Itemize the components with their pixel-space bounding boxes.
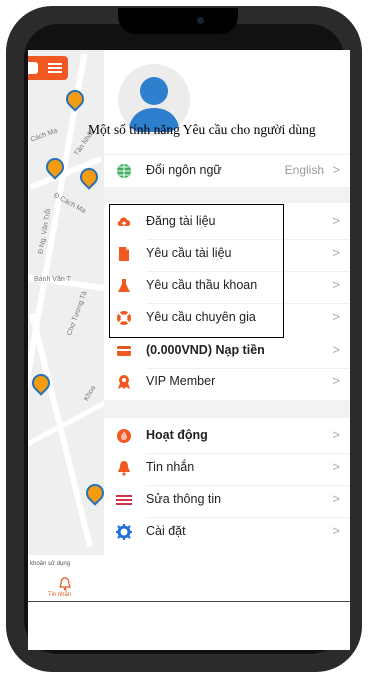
menu-item-edit-info[interactable]: Sửa thông tin > — [104, 484, 350, 516]
chevron-right-icon: > — [332, 523, 340, 538]
chevron-right-icon: > — [332, 162, 340, 177]
language-label: Đổi ngôn ngữ — [146, 163, 222, 177]
language-value: English — [284, 163, 324, 177]
edit-lines-icon — [116, 495, 132, 505]
chevron-right-icon: > — [332, 373, 340, 388]
terms-text: khoản sử dụng — [30, 561, 71, 567]
map-street-label: Bành Văn T — [34, 276, 71, 283]
map-pin-icon[interactable] — [62, 86, 88, 112]
menu-item-label: (0.000VND) Nạp tiền — [146, 343, 265, 357]
highlight-box — [109, 204, 284, 338]
menu-button-tab — [28, 62, 38, 74]
menu-item-settings[interactable]: Cài đặt > — [104, 516, 350, 548]
page-title: Một số tính năng Yêu cầu cho người dùng — [88, 122, 316, 137]
bottom-tab-area: khoản sử dụng Tin nhắn — [28, 555, 104, 650]
map-street-label: Cách Mạ — [29, 127, 59, 144]
menu-item-messages[interactable]: Tin nhắn > — [104, 452, 350, 484]
menu-item-label: VIP Member — [146, 374, 216, 388]
chevron-right-icon: > — [332, 459, 340, 474]
chevron-right-icon: > — [332, 427, 340, 442]
chevron-right-icon: > — [332, 277, 340, 292]
chevron-right-icon: > — [332, 342, 340, 357]
chevron-right-icon: > — [332, 213, 340, 228]
screen-bottom-border — [28, 601, 350, 602]
menu-item-vip[interactable]: VIP Member > — [104, 366, 350, 398]
globe-icon — [117, 164, 131, 178]
section-gap — [104, 400, 350, 418]
menu-item-label: Cài đặt — [146, 524, 186, 538]
menu-item-top-up[interactable]: (0.000VND) Nạp tiền > — [104, 335, 350, 367]
tab-messages-label[interactable]: Tin nhắn — [48, 592, 71, 598]
vip-badge-icon — [118, 375, 130, 389]
map-street-label: Khoa — [83, 384, 98, 403]
chevron-right-icon: > — [332, 309, 340, 324]
bell-icon[interactable] — [58, 577, 72, 591]
gear-icon — [116, 524, 132, 540]
language-row[interactable]: Đổi ngôn ngữ English > — [104, 154, 350, 187]
activity-icon — [117, 429, 131, 443]
camera-icon — [197, 17, 204, 24]
map-view[interactable]: Tân Nhất Cách Mạ Đ Cách Mạ Bành Văn T Ch… — [28, 50, 118, 650]
section-gap — [104, 187, 350, 203]
chevron-right-icon: > — [332, 245, 340, 260]
menu-item-label: Hoạt động — [146, 428, 208, 442]
phone-notch — [118, 8, 238, 34]
chevron-right-icon: > — [332, 491, 340, 506]
side-drawer: Một số tính năng Yêu cầu cho người dùng … — [88, 50, 350, 650]
hamburger-icon — [48, 63, 62, 73]
screen: Tân Nhất Cách Mạ Đ Cách Mạ Bành Văn T Ch… — [28, 50, 350, 650]
menu-item-activity[interactable]: Hoạt động > — [104, 420, 350, 452]
map-street-label: Chợ Tương Tà — [66, 290, 89, 337]
menu-item-label: Sửa thông tin — [146, 492, 222, 506]
menu-button[interactable] — [28, 56, 68, 80]
card-icon — [117, 346, 131, 356]
bell-icon — [118, 461, 130, 476]
menu-item-label: Tin nhắn — [146, 460, 195, 474]
